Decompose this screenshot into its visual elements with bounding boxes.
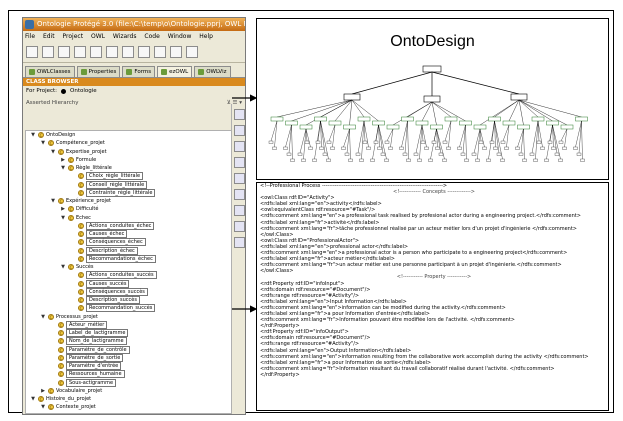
callout-arrows	[232, 94, 258, 313]
